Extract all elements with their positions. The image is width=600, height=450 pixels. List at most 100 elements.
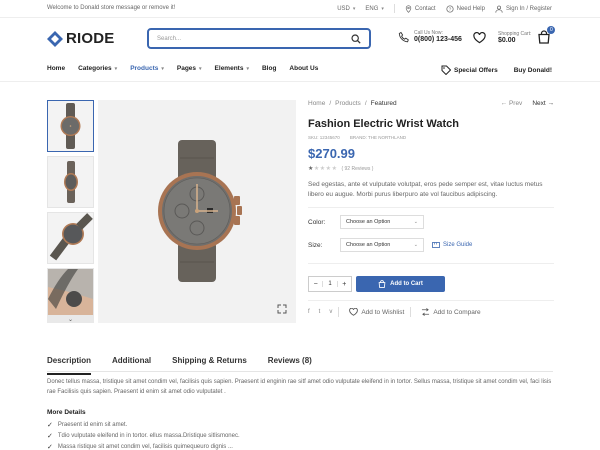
watch-main-image	[158, 140, 242, 282]
nav-item-categories[interactable]: Categories ▾	[78, 65, 117, 72]
signin-label: Sign In / Register	[505, 5, 552, 12]
special-offers-label: Special Offers	[454, 66, 498, 74]
nav-item-pages[interactable]: Pages ▾	[177, 65, 202, 72]
chevron-down-icon: ▾	[381, 5, 384, 12]
watch-side-image	[64, 161, 78, 203]
nav-item-products[interactable]: Products ▾	[130, 65, 164, 72]
breadcrumb-current: Featured	[370, 100, 397, 107]
language-value: ENG	[365, 5, 379, 12]
size-guide-link[interactable]: Size Guide	[432, 242, 472, 248]
detail-text: Massa ristique sit amet condim vel, faci…	[57, 444, 233, 450]
check-icon: ✓	[47, 422, 53, 429]
prev-link[interactable]: ← Prev	[501, 100, 523, 107]
details-list: ✓ Praesent id enim sit amet. ✓ Tdio vulput…	[47, 421, 240, 450]
quantity-input[interactable]: 1	[322, 281, 338, 288]
search-input[interactable]: Search...	[157, 36, 351, 42]
sku-label: SKU:	[308, 135, 319, 140]
main-product-image[interactable]	[98, 100, 296, 323]
heart-icon	[349, 308, 359, 316]
add-to-cart-button[interactable]: Add to Cart	[356, 276, 445, 293]
rating-stars: ★★★★★	[308, 165, 337, 172]
special-offers-link[interactable]: Special Offers	[441, 65, 498, 75]
color-select[interactable]: Choose an Option ⌄	[340, 215, 424, 230]
thumbnail-wrist[interactable]	[47, 268, 94, 320]
product-title: Fashion Electric Wrist Watch	[308, 118, 459, 130]
facebook-icon[interactable]: f	[308, 309, 310, 315]
thumbnail-list	[47, 100, 95, 324]
add-to-wishlist-link[interactable]: Add to Wishlist	[349, 308, 404, 316]
language-selector[interactable]: ENG ▾	[365, 6, 384, 12]
nav-label: Blog	[261, 65, 277, 72]
breadcrumb-home[interactable]: Home	[308, 100, 325, 107]
check-icon: ✓	[47, 433, 53, 440]
divider	[308, 300, 554, 302]
shopping-cart[interactable]: Shopping Cart: $0.00 0	[498, 26, 556, 44]
watch-front-image	[60, 103, 81, 149]
nav-item-about[interactable]: About Us	[289, 65, 318, 72]
vimeo-icon[interactable]: v	[329, 309, 332, 315]
wishlist-label: Add to Wishlist	[361, 308, 405, 316]
tab-additional[interactable]: Additional	[112, 356, 151, 371]
signin-link[interactable]: Sign In / Register	[495, 5, 552, 13]
thumbnail-front[interactable]	[47, 100, 94, 152]
nav-label: Categories	[78, 65, 112, 72]
chevron-down-icon: ⌄	[413, 242, 418, 249]
logo[interactable]: RIODE	[47, 30, 115, 47]
brand-value: THE NORTHLAND	[368, 135, 407, 140]
reviews-link[interactable]: ( 92 Reviews )	[341, 166, 373, 172]
size-option-row: Size: Choose an Option ⌄ Size Guide	[308, 238, 554, 253]
color-select-value: Choose an Option	[346, 219, 391, 226]
quantity-increase-button[interactable]: +	[338, 281, 351, 288]
color-option-row: Color: Choose an Option ⌄	[308, 215, 554, 230]
next-link[interactable]: Next →	[532, 100, 554, 107]
nav-label: Products	[130, 65, 159, 72]
detail-text: Praesent id enim sit amet.	[57, 422, 128, 428]
cart-icon-wrap: 0	[537, 26, 556, 44]
help-circle-icon: ?	[446, 4, 454, 12]
divider	[410, 307, 412, 318]
chevron-down-icon: ▾	[352, 5, 356, 12]
add-to-compare-link[interactable]: Add to Compare	[421, 308, 481, 317]
logo-text: RIODE	[66, 30, 115, 47]
call-us[interactable]: Call Us Now: 0(800) 123-456	[398, 30, 462, 44]
detail-text: Tdio vulputate eleifend in in tortor. el…	[57, 433, 240, 439]
thumbnail-scroll-down[interactable]: ⌄	[47, 315, 94, 323]
share-row: f t v Add to Wishlist Add to Compare	[308, 307, 554, 318]
compare-label: Add to Compare	[433, 308, 481, 316]
watch-angle-image	[49, 213, 93, 261]
quantity-decrease-button[interactable]: −	[309, 281, 322, 288]
prev-label: Prev	[508, 100, 523, 107]
search-bar[interactable]: Search...	[147, 28, 371, 49]
size-select[interactable]: Choose an Option ⌄	[340, 238, 424, 253]
tab-shipping-returns[interactable]: Shipping & Returns	[172, 356, 247, 371]
thumbnail-side[interactable]	[47, 156, 94, 208]
buy-link[interactable]: Buy Donald!	[514, 65, 552, 75]
cart-label: Shopping Cart:	[498, 30, 532, 37]
nav-label: Pages	[176, 65, 197, 72]
search-icon[interactable]	[351, 33, 361, 44]
breadcrumb-products[interactable]: Products	[335, 100, 361, 107]
nav-item-home[interactable]: Home	[47, 65, 65, 72]
welcome-message: Welcome to Donald store message or remov…	[47, 5, 176, 11]
list-item: ✓ Tdio vulputate eleifend in in tortor. e…	[47, 432, 240, 440]
shopping-bag-icon	[378, 280, 386, 288]
twitter-icon[interactable]: t	[319, 309, 321, 315]
chevron-down-icon: ⌄	[67, 316, 74, 323]
header: RIODE Search... Call Us Now: 0(800) 123-…	[0, 18, 600, 60]
check-icon: ✓	[47, 444, 53, 450]
contact-link[interactable]: Contact	[405, 4, 436, 13]
color-label: Color:	[308, 218, 326, 226]
tab-reviews[interactable]: Reviews (8)	[268, 356, 312, 371]
thumbnail-angle[interactable]	[47, 212, 94, 264]
currency-selector[interactable]: USD ▾	[337, 6, 355, 12]
main-nav: Home Categories ▾ Products ▾ Pages ▾ Elemen…	[0, 60, 600, 82]
tab-description[interactable]: Description	[47, 356, 92, 375]
help-link[interactable]: ? Need Help	[446, 4, 485, 13]
wishlist-heart-icon[interactable]	[473, 32, 486, 44]
svg-text:?: ?	[448, 6, 451, 12]
size-guide-label: Size Guide	[443, 242, 473, 249]
nav-item-blog[interactable]: Blog	[262, 65, 276, 72]
expand-icon[interactable]	[277, 304, 287, 314]
nav-item-elements[interactable]: Elements ▾	[215, 65, 249, 72]
top-bar: Welcome to Donald store message or remov…	[0, 0, 600, 18]
